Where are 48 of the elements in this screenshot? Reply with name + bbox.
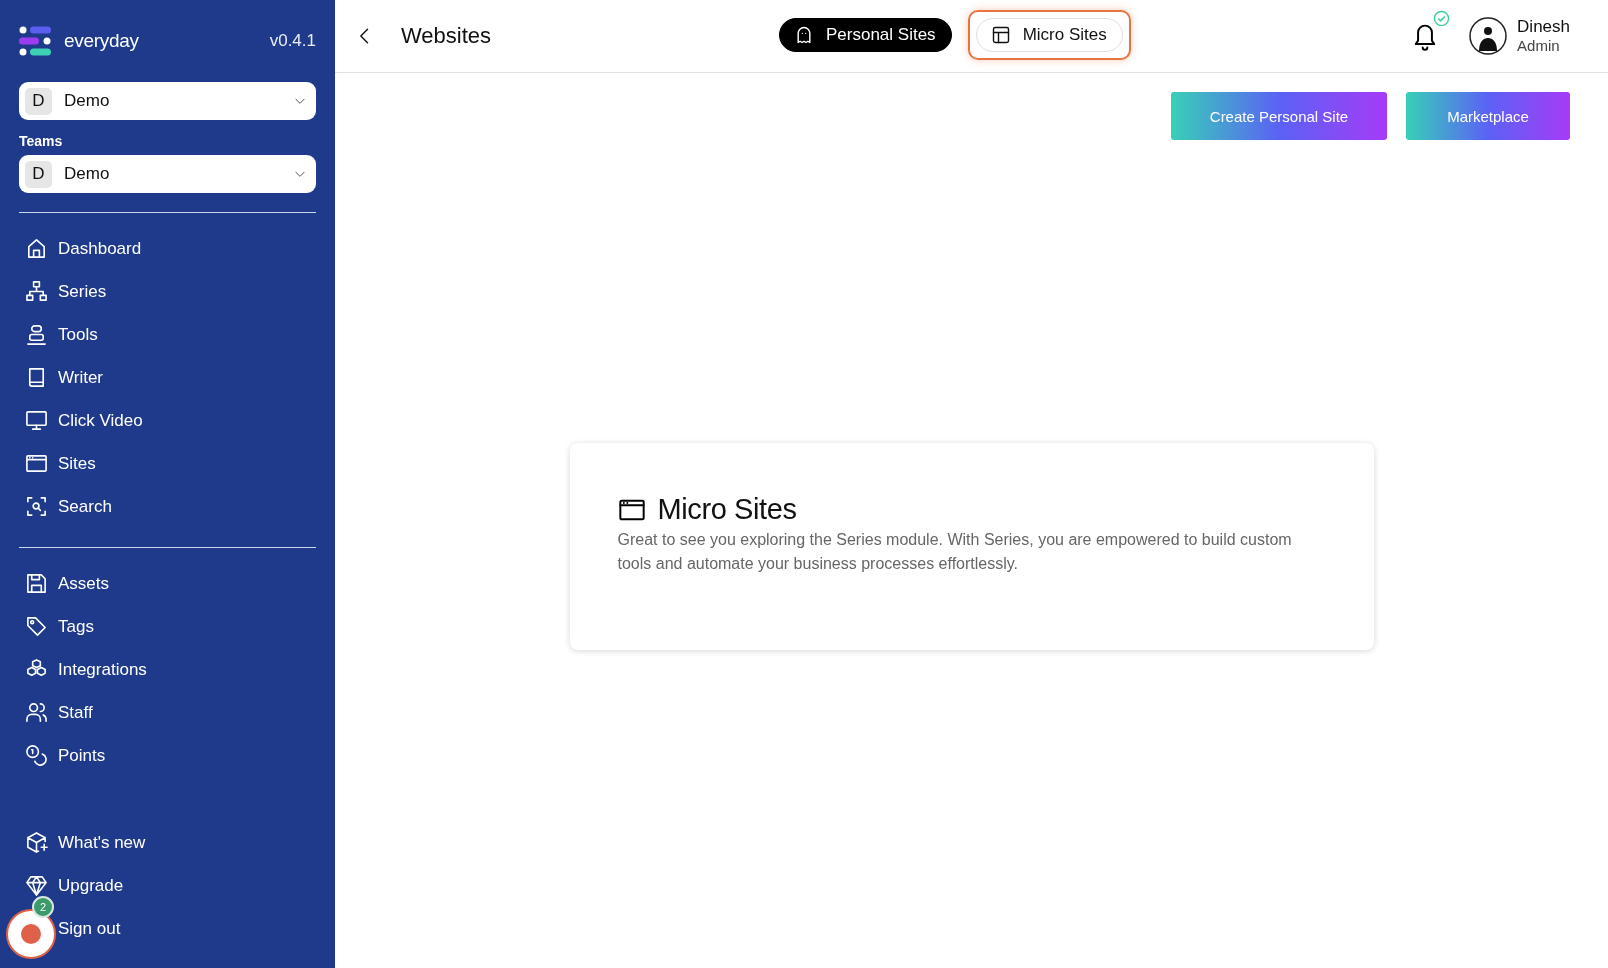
nav-item[interactable]: Sign out <box>58 907 125 950</box>
avatar <box>1469 17 1508 55</box>
brand-name: everyday <box>64 30 139 52</box>
user-name: Dinesh <box>1517 16 1570 38</box>
nav-item[interactable]: Tags <box>19 605 98 648</box>
tag-icon <box>25 615 48 638</box>
hierarchy-icon <box>25 280 48 303</box>
tab[interactable]: Micro Sites <box>975 18 1123 52</box>
initial-avatar: D <box>25 87 52 115</box>
nav-item[interactable]: Tools <box>19 313 102 356</box>
nav-item[interactable]: Search <box>19 485 116 528</box>
ghost-icon <box>794 25 814 45</box>
nav-item[interactable]: Sites <box>19 442 100 485</box>
action-button[interactable]: Marketplace <box>1406 92 1570 140</box>
nav-item[interactable]: Assets <box>19 562 114 605</box>
scan-icon <box>25 495 48 518</box>
count-badge: 2 <box>32 896 54 918</box>
action-button[interactable]: Create Personal Site <box>1171 92 1387 140</box>
layout-icon <box>990 25 1011 45</box>
nav-item[interactable]: Staff <box>19 691 97 734</box>
home-icon <box>25 237 48 260</box>
nav-item[interactable]: Series <box>19 270 111 313</box>
monitor-icon <box>25 409 48 432</box>
box-icon <box>25 831 48 854</box>
nav-item[interactable]: What's new <box>19 821 150 864</box>
workspace-select[interactable]: D Demo <box>19 155 316 193</box>
nav-item[interactable]: Writer <box>19 356 107 399</box>
nav-item[interactable]: Dashboard <box>19 227 146 270</box>
stack-icon <box>25 323 48 346</box>
user-role: Admin <box>1517 37 1561 56</box>
nav-item[interactable]: Click Video <box>19 399 147 442</box>
teams-label: Teams <box>19 133 64 149</box>
logo-icon <box>19 26 52 56</box>
workspace-select[interactable]: D Demo <box>19 82 316 120</box>
floppy-icon <box>25 572 48 595</box>
initial-avatar: D <box>25 160 52 188</box>
diamond-icon <box>25 874 48 897</box>
card-title: Micro Sites <box>657 493 797 526</box>
nav-item[interactable]: Integrations <box>19 648 151 691</box>
browser-icon <box>25 452 48 475</box>
version-label: v0.4.1 <box>269 31 316 51</box>
nav-item[interactable]: Points <box>19 734 110 777</box>
users-icon <box>25 701 48 724</box>
record-button[interactable] <box>6 909 56 959</box>
page-title: Websites <box>401 23 492 49</box>
coins-icon <box>25 744 48 767</box>
card-description: Great to see you exploring the Series module. With Series, you are empowered to build custom tools and automate your business processes effortlessly. <box>617 530 1293 574</box>
tab[interactable]: Personal Sites <box>779 18 952 52</box>
